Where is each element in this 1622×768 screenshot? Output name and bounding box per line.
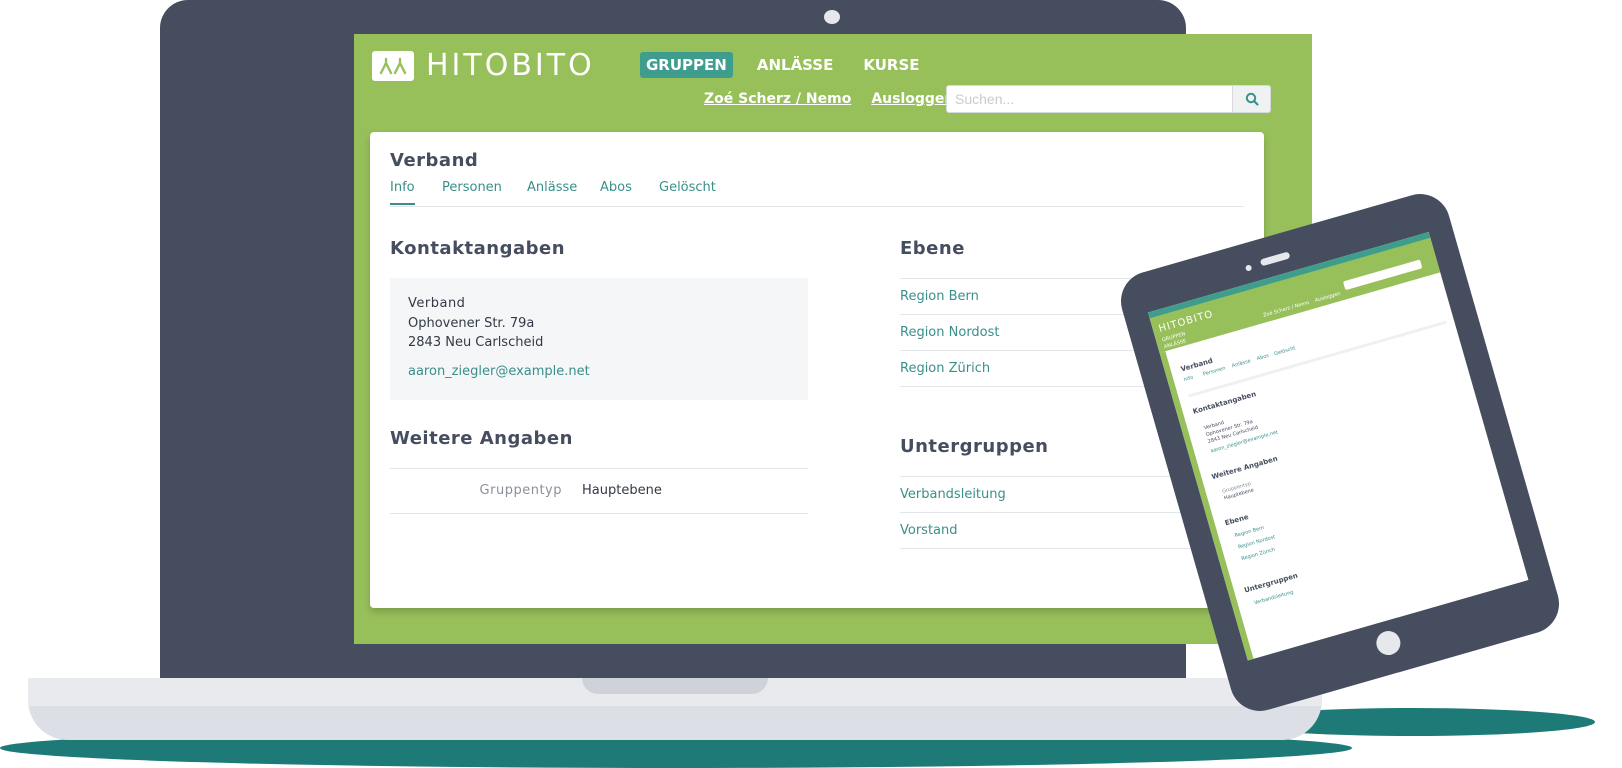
laptop-notch: [582, 678, 768, 694]
tablet-tab-abos[interactable]: Abos: [1256, 353, 1269, 362]
tablet-tab-geloescht[interactable]: Gelöscht: [1274, 345, 1297, 357]
user-nav: Zoé Scherz / Nemo Ausloggen: [704, 91, 954, 107]
nav-item-gruppen[interactable]: GRUPPEN: [640, 52, 733, 78]
tab-personen[interactable]: Personen: [442, 180, 502, 203]
logout-link[interactable]: Ausloggen: [871, 91, 954, 107]
tablet-tab-anlaesse[interactable]: Anlässe: [1231, 358, 1251, 369]
details-key: Gruppentyp: [479, 483, 562, 498]
contact-box: Verband Ophovener Str. 79a 2843 Neu Carl…: [390, 278, 808, 400]
tablet-tab-info[interactable]: Info: [1183, 375, 1194, 383]
nav-item-kurse[interactable]: KURSE: [857, 52, 925, 78]
tab-anlaesse[interactable]: Anlässe: [527, 180, 577, 203]
laptop-lid: HITOBITO GRUPPEN ANLÄSSE KURSE Zoé Scher…: [160, 0, 1312, 684]
contact-city: 2843 Neu Carlscheid: [408, 335, 544, 350]
tablet-tab-personen[interactable]: Personen: [1202, 365, 1226, 377]
webcam: [824, 10, 840, 24]
search-input[interactable]: [946, 85, 1234, 113]
search-form: [946, 85, 1271, 113]
tablet-contact-heading: Kontaktangaben: [1192, 390, 1258, 416]
search-icon: [1245, 92, 1259, 106]
tablet-speaker: [1259, 251, 1291, 267]
contact-name: Verband: [408, 296, 466, 311]
contact-heading: Kontaktangaben: [390, 238, 566, 259]
details-value: Hauptebene: [582, 483, 662, 498]
logo[interactable]: HITOBITO: [372, 50, 595, 82]
tablet-screen: HITOBITO GRUPPEN ANLÄSSE KURSE Zoé Scher…: [1147, 232, 1529, 661]
tablet-details-heading: Weitere Angaben: [1210, 454, 1279, 482]
page-title: Verband: [390, 150, 479, 171]
user-profile-link[interactable]: Zoé Scherz / Nemo: [704, 91, 851, 107]
tablet-level-region-bern[interactable]: Region Bern: [1234, 525, 1265, 539]
content-card: Verband Info Personen Anlässe Abos Gelös…: [370, 132, 1264, 608]
details-heading: Weitere Angaben: [390, 428, 573, 449]
tab-info[interactable]: Info: [390, 180, 415, 205]
tablet-level-region-zuerich[interactable]: Region Zürich: [1241, 547, 1276, 562]
tab-abos[interactable]: Abos: [600, 180, 632, 203]
logo-text: HITOBITO: [426, 48, 595, 83]
nav-item-anlaesse[interactable]: ANLÄSSE: [751, 52, 840, 78]
subgroups-heading: Untergruppen: [900, 436, 1049, 457]
search-button[interactable]: [1233, 85, 1271, 113]
logo-mark-icon: [372, 51, 414, 81]
main-nav: GRUPPEN ANLÄSSE KURSE: [640, 52, 926, 78]
tab-bar: Info Personen Anlässe Abos Gelöscht: [390, 180, 1244, 207]
tab-geloescht[interactable]: Gelöscht: [659, 180, 716, 203]
contact-street: Ophovener Str. 79a: [408, 316, 535, 331]
contact-email-link[interactable]: aaron_ziegler@example.net: [408, 364, 590, 379]
details-row: Gruppentyp Hauptebene: [390, 468, 808, 514]
tablet-home-button: [1373, 628, 1404, 658]
levels-heading: Ebene: [900, 238, 965, 259]
tablet-levels-heading: Ebene: [1223, 512, 1250, 528]
tablet-camera: [1244, 264, 1253, 272]
tablet-subgroup-verbandsleitung[interactable]: Verbandsleitung: [1253, 589, 1294, 606]
